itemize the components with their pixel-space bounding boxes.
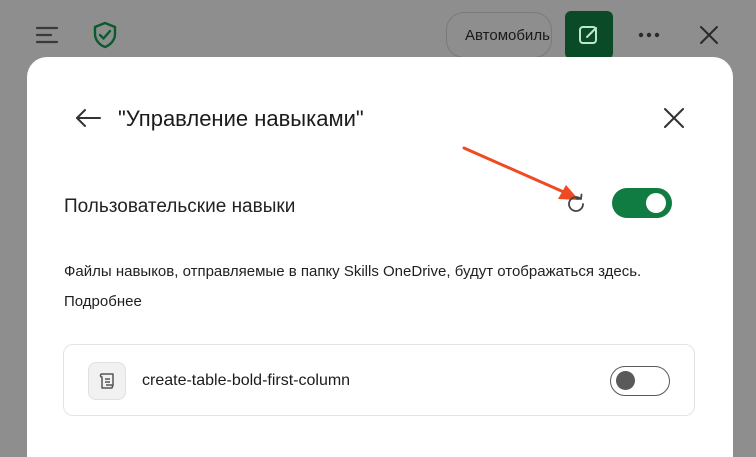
toggle-knob (616, 371, 635, 390)
shield-check-icon[interactable] (88, 18, 122, 52)
scroll-icon (88, 362, 126, 400)
skill-item: create-table-bold-first-column (63, 344, 695, 416)
menu-icon[interactable] (30, 20, 64, 50)
back-button[interactable] (71, 101, 105, 135)
skill-toggle[interactable] (610, 366, 670, 396)
close-dialog-button[interactable] (657, 101, 691, 135)
arrow-left-icon (76, 109, 101, 127)
mode-selector-button[interactable]: Автомобиль (446, 12, 552, 58)
custom-skills-label: Пользовательские навыки (64, 196, 296, 217)
learn-more-link[interactable]: Подробнее (64, 293, 142, 310)
toggle-knob (646, 193, 666, 213)
compose-icon (579, 26, 597, 44)
close-icon[interactable] (694, 20, 724, 50)
refresh-icon (568, 193, 584, 212)
close-icon (664, 108, 684, 128)
manage-skills-dialog: "Управление навыками" Пользовательские н… (27, 57, 733, 457)
compose-button[interactable] (565, 11, 613, 59)
description-text: Файлы навыков, отправляемые в папку Skil… (64, 263, 642, 280)
mode-label: Автомобиль (465, 26, 550, 44)
skill-name: create-table-bold-first-column (142, 372, 351, 389)
more-icon[interactable] (634, 20, 664, 50)
custom-skills-toggle[interactable] (612, 188, 672, 218)
refresh-button[interactable] (560, 188, 592, 220)
dialog-title: "Управление навыками" (118, 106, 364, 131)
